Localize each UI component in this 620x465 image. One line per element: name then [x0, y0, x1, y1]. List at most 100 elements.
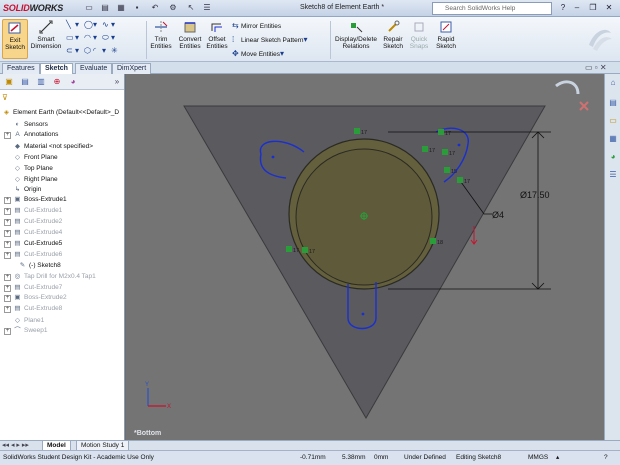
- unit-dropdown-icon[interactable]: ▴: [556, 451, 559, 465]
- rectangle-tool[interactable]: ▭▾ ◠ ▾ ⬭ ▾: [66, 33, 120, 43]
- undo-icon[interactable]: ↶: [150, 3, 160, 13]
- dimension-diameter-large[interactable]: Ø17.50: [520, 190, 550, 200]
- open-icon[interactable]: ▤: [100, 3, 110, 13]
- minimize-icon[interactable]: –: [572, 3, 582, 13]
- exit-sketch-button[interactable]: Exit Sketch: [2, 19, 28, 59]
- display-manager-icon[interactable]: ◕: [68, 77, 78, 87]
- tree-item[interactable]: ◇ Right Plane: [4, 174, 58, 184]
- expand-toggle-icon[interactable]: +: [4, 230, 11, 237]
- rapid-sketch-button[interactable]: Rapid Sketch: [433, 19, 459, 50]
- tree-item[interactable]: ◆ Material <not specified>: [4, 141, 93, 151]
- tree-item[interactable]: + ▤ Cut-Extrude5: [4, 239, 62, 249]
- mirror-entities-button[interactable]: ⇆ Mirror Entities: [232, 21, 281, 30]
- relation-tag[interactable]: [430, 238, 436, 244]
- viewport-window-controls[interactable]: ▭ ▫ ✕: [585, 63, 607, 72]
- custom-properties-icon[interactable]: ☰: [608, 170, 618, 180]
- unit-system[interactable]: MMGS: [528, 451, 548, 465]
- tree-item[interactable]: + ▤ Cut-Extrude8: [4, 304, 62, 314]
- tree-item[interactable]: ◇ Front Plane: [4, 152, 58, 162]
- relation-tag[interactable]: [302, 247, 308, 253]
- tab-dimxpert[interactable]: DimXpert: [112, 63, 152, 74]
- appearances-icon[interactable]: ◕: [608, 152, 618, 162]
- tree-item[interactable]: ◇ Top Plane: [4, 163, 53, 173]
- expand-toggle-icon[interactable]: +: [4, 240, 11, 248]
- expand-toggle-icon[interactable]: +: [4, 251, 11, 259]
- expand-toggle-icon[interactable]: +: [4, 295, 11, 303]
- save-icon[interactable]: ▪: [132, 3, 142, 13]
- tree-item[interactable]: ✎ (-) Sketch8: [18, 261, 61, 271]
- tree-item[interactable]: + ▣ Boss-Extrude2: [4, 293, 67, 303]
- tab-features[interactable]: Features: [2, 63, 40, 74]
- select-icon[interactable]: ↖: [186, 3, 196, 13]
- relation-tag[interactable]: [354, 128, 360, 134]
- expand-toggle-icon[interactable]: +: [4, 131, 11, 139]
- expand-toggle-icon[interactable]: +: [4, 219, 11, 227]
- smart-dimension-button[interactable]: Smart Dimension: [30, 19, 62, 50]
- dimension-diameter-small[interactable]: Ø4: [492, 210, 504, 220]
- new-document-icon[interactable]: ▭: [84, 3, 94, 13]
- relation-tag[interactable]: [286, 246, 292, 252]
- slot-tool[interactable]: ⊂ ▾ ⬡ ◜ ▾ ✳: [66, 46, 120, 55]
- move-entities-button[interactable]: ✥ Move Entities▾: [232, 49, 289, 58]
- dimxpert-manager-icon[interactable]: ⊕: [52, 77, 62, 87]
- help-status-icon[interactable]: ?: [604, 451, 608, 465]
- tree-item[interactable]: + ▤ Cut-Extrude4: [4, 228, 62, 238]
- quick-snaps-button[interactable]: Quick Snaps: [407, 19, 431, 50]
- offset-entities-button[interactable]: Offset Entities: [205, 19, 229, 50]
- restore-icon[interactable]: ❐: [588, 3, 598, 13]
- exit-sketch-corner-icon[interactable]: [555, 80, 580, 95]
- expand-toggle-icon[interactable]: +: [4, 273, 11, 281]
- expand-toggle-icon[interactable]: +: [4, 284, 11, 292]
- solidworks-logo[interactable]: SOLIDWORKS: [3, 3, 63, 13]
- expand-toggle-icon[interactable]: +: [4, 208, 11, 216]
- line-tool[interactable]: ╲ ▾ ◯▾ ∿ ▾: [66, 20, 120, 29]
- feature-tree-icon[interactable]: ▣: [4, 77, 14, 87]
- view-palette-icon[interactable]: ▦: [608, 134, 618, 144]
- relation-tag[interactable]: [422, 146, 428, 152]
- property-manager-icon[interactable]: ▤: [20, 77, 30, 87]
- search-input[interactable]: Search SolidWorks Help: [432, 2, 552, 15]
- tree-item[interactable]: + ▤ Cut-Extrude7: [4, 283, 62, 293]
- tree-item[interactable]: ◐ Sensors: [4, 119, 48, 129]
- scroll-arrows-icon[interactable]: ◂◂ ◂ ▸ ▸▸: [2, 441, 29, 449]
- tree-item[interactable]: + ▣ Boss-Extrude1: [4, 195, 67, 205]
- confirmation-corner[interactable]: [555, 80, 589, 111]
- print-icon[interactable]: ▦: [116, 3, 126, 13]
- tree-item[interactable]: + ⌒ Sweep1: [4, 326, 48, 336]
- relation-tag[interactable]: [438, 129, 444, 135]
- file-explorer-icon[interactable]: ▭: [608, 116, 618, 126]
- close-icon[interactable]: ✕: [604, 3, 614, 13]
- tree-item[interactable]: + ◎ Tap Drill for M2x0.4 Tap1: [4, 272, 96, 282]
- convert-entities-button[interactable]: Convert Entities: [176, 19, 204, 50]
- resources-icon[interactable]: ⌂: [608, 78, 618, 88]
- repair-sketch-button[interactable]: Repair Sketch: [381, 19, 405, 50]
- filter-icon[interactable]: ⊽: [2, 93, 8, 102]
- sketch-canvas[interactable]: Ø17.50 Ø4 17 17 17 17 15 17 18 17 17 Y X: [126, 74, 604, 440]
- trim-entities-button[interactable]: Trim Entities: [148, 19, 174, 50]
- linear-sketch-pattern-button[interactable]: ⁞ Linear Sketch Pattern▾: [232, 35, 313, 44]
- tab-evaluate[interactable]: Evaluate: [75, 63, 113, 74]
- tree-item[interactable]: + ▤ Cut-Extrude2: [4, 217, 62, 227]
- help-icon[interactable]: ?: [558, 3, 568, 13]
- options-icon[interactable]: ☰: [202, 3, 212, 13]
- tab-sketch[interactable]: Sketch: [40, 63, 73, 74]
- expand-panel-icon[interactable]: »: [112, 77, 122, 87]
- relation-tag[interactable]: [457, 177, 463, 183]
- graphics-area[interactable]: Ø17.50 Ø4 17 17 17 17 15 17 18 17 17 Y X: [126, 74, 604, 440]
- cancel-sketch-corner-icon[interactable]: [579, 101, 589, 111]
- configuration-manager-icon[interactable]: ▥: [36, 77, 46, 87]
- display-delete-relations-button[interactable]: Display/Delete Relations: [332, 19, 380, 50]
- expand-toggle-icon[interactable]: +: [4, 328, 11, 336]
- relation-tag[interactable]: [442, 149, 448, 155]
- design-library-icon[interactable]: ▤: [608, 98, 618, 108]
- tree-item[interactable]: + A Annotations: [4, 130, 58, 140]
- relation-tag[interactable]: [444, 167, 450, 173]
- tree-item[interactable]: + ▤ Cut-Extrude1: [4, 206, 62, 216]
- expand-toggle-icon[interactable]: +: [4, 306, 11, 314]
- expand-toggle-icon[interactable]: +: [4, 197, 11, 205]
- rebuild-icon[interactable]: ⚙: [168, 3, 178, 13]
- tree-root[interactable]: ◈ Element Earth (Default<<Default>_D: [2, 108, 119, 118]
- tree-item[interactable]: ◇ Plane1: [4, 315, 44, 325]
- tree-item[interactable]: + ▤ Cut-Extrude6: [4, 250, 62, 260]
- tree-item[interactable]: ↳ Origin: [4, 184, 42, 194]
